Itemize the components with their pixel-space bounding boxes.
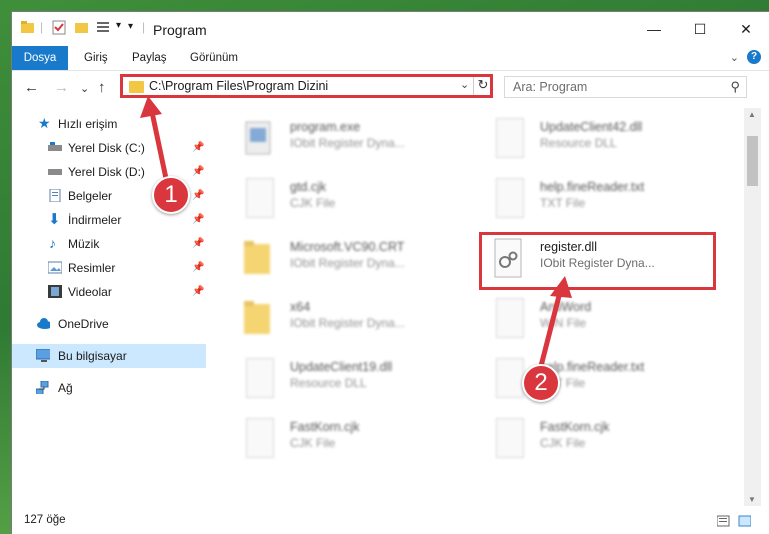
annotation-arrows xyxy=(140,96,572,371)
step-2-badge: 2 xyxy=(522,364,560,402)
step-1-badge: 1 xyxy=(152,176,190,214)
